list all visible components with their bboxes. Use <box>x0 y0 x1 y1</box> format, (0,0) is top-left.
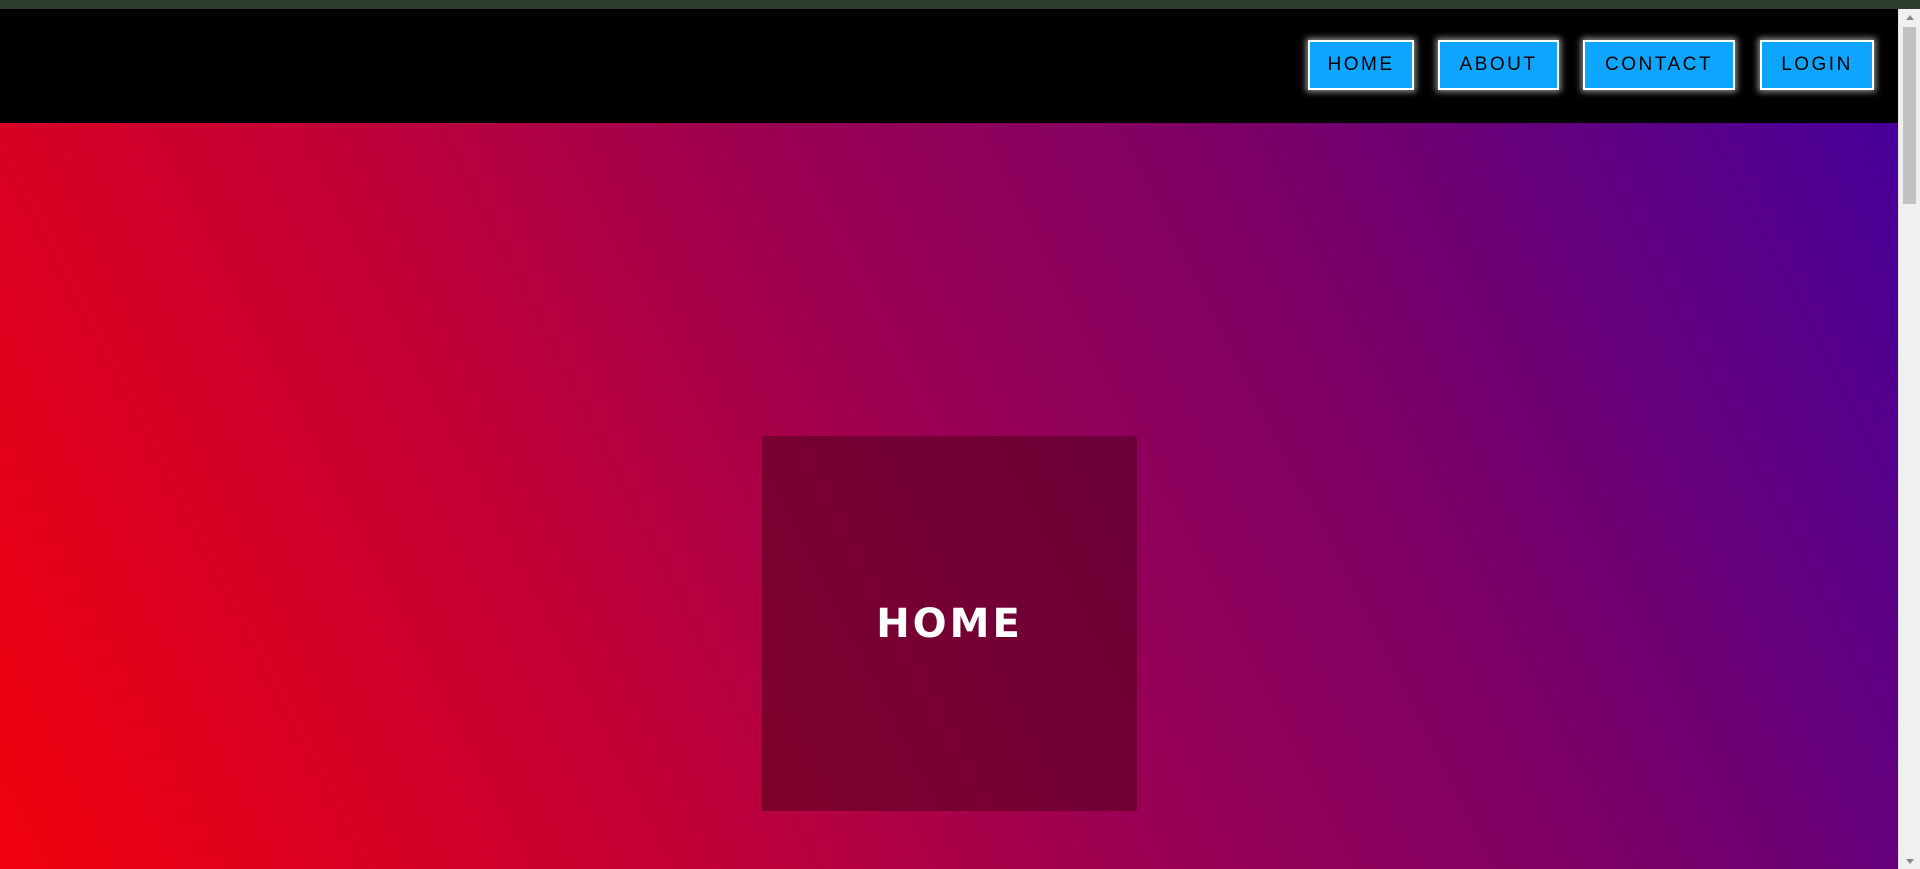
hero-section: HOME <box>0 123 1898 869</box>
navbar: HOME ABOUT CONTACT LOGIN <box>0 9 1898 123</box>
scrollbar-thumb[interactable] <box>1903 27 1916 204</box>
hero-card-title: HOME <box>876 600 1023 647</box>
vertical-scrollbar[interactable] <box>1898 9 1920 869</box>
hero-card: HOME <box>762 436 1137 811</box>
nav-login-button[interactable]: LOGIN <box>1760 40 1874 90</box>
arrow-down-icon <box>1905 858 1914 864</box>
nav-about-button[interactable]: ABOUT <box>1438 40 1559 90</box>
scroll-down-button[interactable] <box>1899 853 1920 869</box>
arrow-up-icon <box>1905 14 1914 20</box>
nav-contact-button[interactable]: CONTACT <box>1583 40 1735 90</box>
scroll-up-button[interactable] <box>1899 9 1920 25</box>
nav-home-button[interactable]: HOME <box>1308 40 1414 90</box>
browser-top-strip <box>0 0 1920 9</box>
page: HOME ABOUT CONTACT LOGIN HOME <box>0 0 1920 869</box>
